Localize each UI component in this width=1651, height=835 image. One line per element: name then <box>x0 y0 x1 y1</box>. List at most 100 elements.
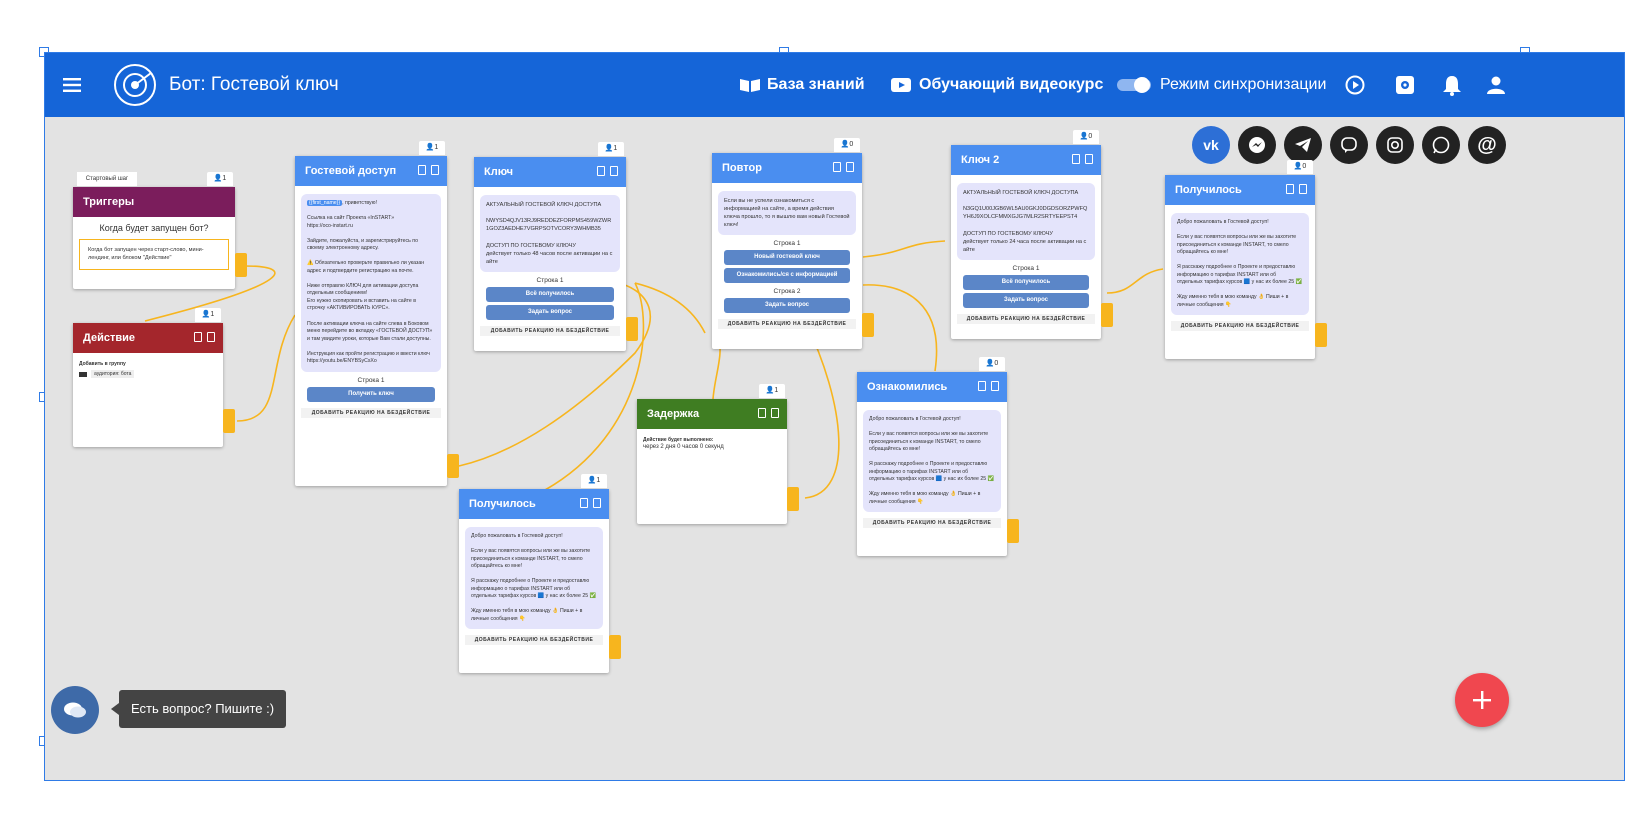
copy-icon[interactable] <box>1286 184 1294 194</box>
ask-question-button[interactable]: Задать вопрос <box>486 304 614 320</box>
message-bubble[interactable]: Если вы не успели ознакомиться с информа… <box>718 191 856 236</box>
subscriber-count-badge: 👤1 <box>207 172 233 186</box>
add-reaction-button[interactable]: ДОБАВИТЬ РЕАКЦИЮ НА БЕЗДЕЙСТВИЕ <box>1171 321 1309 332</box>
output-connector[interactable] <box>1315 323 1327 347</box>
output-connector[interactable] <box>235 253 247 277</box>
delete-icon[interactable] <box>846 162 854 172</box>
message-text: , приветствую! Ссылка на сайт Проекта «I… <box>307 200 433 365</box>
success-card[interactable]: 👤1 Получилось Добро пожаловать в Гостево… <box>459 474 609 673</box>
copy-icon[interactable] <box>1072 154 1080 164</box>
start-step-card[interactable]: Стартовый шаг 👤 1 Триггеры Когда будет за… <box>73 172 235 289</box>
output-connector[interactable] <box>626 317 638 341</box>
message-bubble[interactable]: АКТУАЛЬНЫЙ ГОСТЕВОЙ КЛЮЧ ДОСТУПА N3GQ1U0… <box>957 183 1095 260</box>
delete-icon[interactable] <box>1299 184 1307 194</box>
card-title: Получилось <box>469 498 536 510</box>
get-key-button[interactable]: Получить ключ <box>307 386 435 402</box>
output-connector[interactable] <box>447 454 459 478</box>
card-header: Задержка <box>637 399 787 429</box>
output-connector[interactable] <box>1101 303 1113 327</box>
count-value: 0 <box>849 141 854 148</box>
copy-icon[interactable] <box>833 162 841 172</box>
count-value: 1 <box>774 387 779 394</box>
success-card[interactable]: 👤0 Получилось Добро пожаловать в Гостево… <box>1165 160 1315 359</box>
delete-icon[interactable] <box>207 332 215 342</box>
add-reaction-button[interactable]: ДОБАВИТЬ РЕАКЦИЮ НА БЕЗДЕЙСТВИЕ <box>718 319 856 330</box>
count-value: 0 <box>1302 163 1307 170</box>
key-2-card[interactable]: 👤0 Ключ 2 АКТУАЛЬНЫЙ ГОСТЕВОЙ КЛЮЧ ДОСТУ… <box>951 130 1101 339</box>
tag-label: аудитория: бота <box>91 370 135 378</box>
add-block-button[interactable] <box>1455 673 1509 727</box>
card-header: Ознакомились <box>857 372 1007 402</box>
copy-icon[interactable] <box>758 408 766 418</box>
add-reaction-button[interactable]: ДОБАВИТЬ РЕАКЦИЮ НА БЕЗДЕЙСТВИЕ <box>465 635 603 646</box>
card-title: Гостевой доступ <box>305 165 397 177</box>
guest-access-card[interactable]: 👤1 Гостевой доступ {{first_name}}, приве… <box>295 141 447 486</box>
subscriber-count-badge: 👤1 <box>759 384 785 398</box>
start-step-tag: Стартовый шаг <box>77 172 137 186</box>
action-tag: аудитория: бота <box>79 370 217 378</box>
ask-question-button[interactable]: Задать вопрос <box>724 298 850 314</box>
action-card[interactable]: 👤1 Действие Добавить в группу аудитория:… <box>73 308 223 447</box>
add-reaction-button[interactable]: ДОБАВИТЬ РЕАКЦИЮ НА БЕЗДЕЙСТВИЕ <box>863 518 1001 529</box>
delay-label: Действие будет выполнено: <box>643 437 714 443</box>
key-card[interactable]: 👤1 Ключ АКТУАЛЬНЫЙ ГОСТЕВОЙ КЛЮЧ ДОСТУПА… <box>474 142 626 351</box>
output-connector[interactable] <box>862 313 874 337</box>
add-reaction-button[interactable]: ДОБАВИТЬ РЕАКЦИЮ НА БЕЗДЕЙСТВИЕ <box>957 313 1095 324</box>
message-bubble[interactable]: Добро пожаловать в Гостевой доступ! Если… <box>465 527 603 630</box>
email-icon[interactable]: @ <box>1468 126 1506 164</box>
subscriber-count-badge: 👤1 <box>195 308 221 322</box>
chat-prompt-tooltip[interactable]: Есть вопрос? Пишите :) <box>119 690 287 728</box>
copy-icon[interactable] <box>194 332 202 342</box>
action-subtitle: Добавить в группу <box>79 361 126 367</box>
delay-value: через 2 дня 0 часов 0 секунд <box>643 444 724 450</box>
copy-icon[interactable] <box>978 381 986 391</box>
add-reaction-button[interactable]: ДОБАВИТЬ РЕАКЦИЮ НА БЕЗДЕЙСТВИЕ <box>480 325 620 336</box>
subscriber-count-badge: 👤0 <box>834 138 860 152</box>
card-header: Повтор <box>712 153 862 183</box>
output-connector[interactable] <box>787 487 799 511</box>
vk-icon[interactable]: vk <box>1192 126 1230 164</box>
whatsapp-icon[interactable] <box>1422 126 1460 164</box>
trigger-description[interactable]: Когда бот запущен через старт-слово, мин… <box>79 239 229 270</box>
message-bubble[interactable]: {{first_name}}, приветствую! Ссылка на с… <box>301 194 441 372</box>
delete-icon[interactable] <box>991 381 999 391</box>
card-header: Получилось <box>1165 175 1315 205</box>
all-good-button[interactable]: Всё получилось <box>963 274 1089 290</box>
chat-bubble-icon[interactable] <box>51 686 99 734</box>
card-title: Получилось <box>1175 184 1242 196</box>
message-bubble[interactable]: Добро пожаловать в Гостевой доступ! Если… <box>863 410 1001 513</box>
output-connector[interactable] <box>1007 519 1019 543</box>
delay-card[interactable]: 👤1 Задержка Действие будет выполнено: че… <box>637 384 787 524</box>
row-label: Строка 1 <box>1012 264 1040 272</box>
acquainted-button[interactable]: Ознакомились/ся с информацией <box>724 268 850 284</box>
card-title: Ключ <box>484 166 514 178</box>
row-label: Строка 1 <box>357 376 385 384</box>
output-connector[interactable] <box>223 409 235 433</box>
card-title: Действие <box>83 332 135 344</box>
card-header: Действие <box>73 323 223 353</box>
all-good-button[interactable]: Всё получилось <box>486 286 614 302</box>
message-bubble[interactable]: Добро пожаловать в Гостевой доступ! Если… <box>1171 213 1309 316</box>
acquainted-card[interactable]: 👤0 Ознакомились Добро пожаловать в Госте… <box>857 357 1007 556</box>
telegram-icon[interactable] <box>1284 126 1322 164</box>
ask-question-button[interactable]: Задать вопрос <box>963 292 1089 308</box>
message-bubble[interactable]: АКТУАЛЬНЫЙ ГОСТЕВОЙ КЛЮЧ ДОСТУПА NWYSD4Q… <box>480 195 620 272</box>
delete-icon[interactable] <box>431 165 439 175</box>
output-connector[interactable] <box>609 635 621 659</box>
delete-icon[interactable] <box>610 166 618 176</box>
tooltip-arrow <box>111 703 119 715</box>
card-header: Триггеры <box>73 187 235 217</box>
copy-icon[interactable] <box>580 498 588 508</box>
viber-icon[interactable] <box>1330 126 1368 164</box>
copy-icon[interactable] <box>418 165 426 175</box>
new-guest-key-button[interactable]: Новый гостевой ключ <box>724 250 850 266</box>
delete-icon[interactable] <box>593 498 601 508</box>
trigger-question: Когда будет запущен бот? <box>99 223 209 233</box>
instagram-icon[interactable] <box>1376 126 1414 164</box>
repeat-card[interactable]: 👤0 Повтор Если вы не успели ознакомиться… <box>712 138 862 349</box>
delete-icon[interactable] <box>1085 154 1093 164</box>
copy-icon[interactable] <box>597 166 605 176</box>
delete-icon[interactable] <box>771 408 779 418</box>
add-reaction-button[interactable]: ДОБАВИТЬ РЕАКЦИЮ НА БЕЗДЕЙСТВИЕ <box>301 407 441 418</box>
messenger-icon[interactable] <box>1238 126 1276 164</box>
